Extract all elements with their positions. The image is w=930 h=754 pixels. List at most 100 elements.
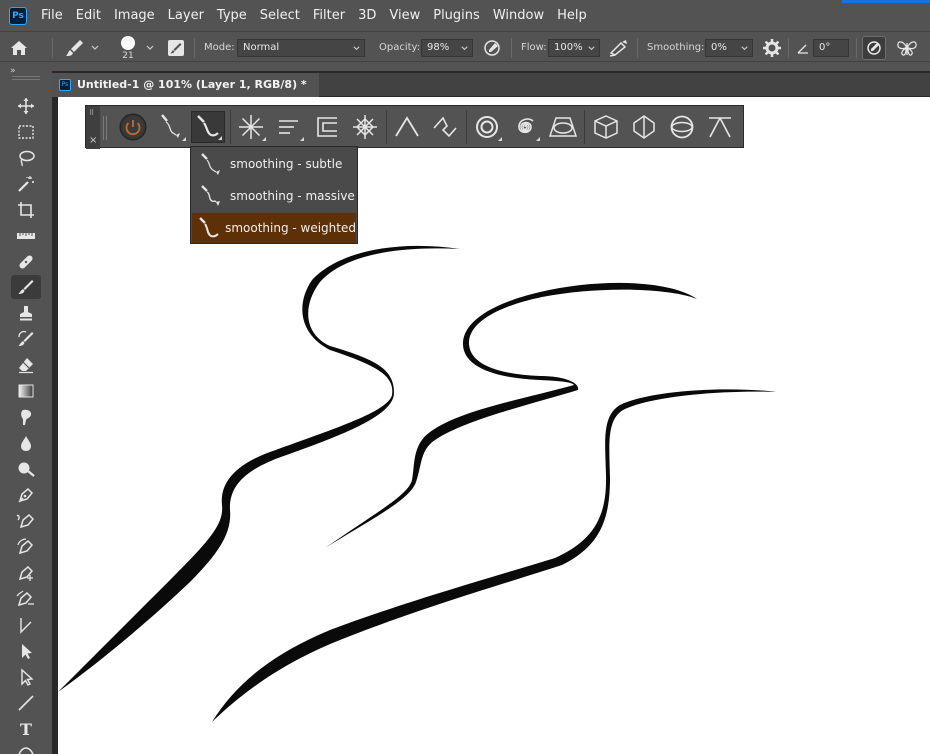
diamond-guide-button[interactable] [627,111,661,143]
menu-item-smoothing-massive[interactable]: smoothing - massive [192,181,356,211]
convert-point-tool[interactable] [11,613,41,637]
healing-brush-tool[interactable] [11,250,41,274]
ruler-tool[interactable] [11,224,41,248]
three-point-perspective-button[interactable] [703,111,737,143]
angle-input[interactable]: 0° [813,38,849,57]
pressure-opacity-button[interactable] [481,32,503,63]
crop-tool[interactable] [11,198,41,222]
tool-preset-picker[interactable] [63,32,100,63]
cube-guide-button[interactable] [589,111,623,143]
opacity-input[interactable]: 98% [421,38,473,57]
square-spiral-button[interactable] [310,111,344,143]
flow-input[interactable]: 100% [548,38,600,57]
menu-type[interactable]: Type [217,8,247,23]
delete-anchor-tool[interactable] [11,587,41,611]
pressure-size-button[interactable] [862,35,886,60]
smoothing-label: Smoothing: [647,42,705,53]
menu-window[interactable]: Window [493,8,544,23]
menu-edit[interactable]: Edit [76,8,101,23]
lasso-icon [19,150,35,167]
marquee-tool[interactable] [11,120,41,144]
move-tool[interactable] [11,94,41,118]
sphere-guide-button[interactable] [665,111,699,143]
path-type-tool[interactable] [11,742,41,754]
toolbar-grip[interactable] [12,76,40,80]
radial-symmetry-button[interactable] [234,111,268,143]
close-icon[interactable]: × [89,135,97,146]
menu-3d[interactable]: 3D [358,8,376,23]
divider [386,110,387,144]
menu-file[interactable]: File [41,8,63,23]
divider [230,110,231,144]
sphere-icon [670,115,694,139]
smudge-tool[interactable] [11,405,41,429]
submenu-indicator [536,137,540,141]
lasso-tool[interactable] [11,146,41,170]
panel-grip[interactable]: ⠿ × [86,106,100,149]
magic-wand-tool[interactable] [11,172,41,196]
smoothing-presets-button[interactable] [191,111,225,143]
pen-tool[interactable] [11,483,41,507]
ellipse-guide-button[interactable] [470,111,504,143]
add-anchor-tool[interactable] [11,561,41,585]
mirror-grid-button[interactable] [348,111,382,143]
home-button[interactable] [8,32,30,63]
line-tool[interactable] [11,691,41,715]
divider [584,110,585,144]
brush-settings-button[interactable] [166,32,186,63]
type-tool[interactable]: T [11,717,41,741]
menu-help[interactable]: Help [557,8,587,23]
brush-stroke [58,245,460,692]
power-button[interactable] [116,111,150,143]
perspective-ellipse-icon [548,117,578,137]
smoothing-input[interactable]: 0% [705,38,753,57]
finger-icon [21,409,32,425]
brush-tool[interactable] [11,275,41,299]
menu-layer[interactable]: Layer [168,8,204,23]
menu-item-smoothing-subtle[interactable]: smoothing - subtle [192,149,356,179]
menu-plugins[interactable]: Plugins [433,8,480,23]
menu-image[interactable]: Image [114,8,155,23]
freeform-pen-tool[interactable] [11,509,41,533]
history-brush-tool[interactable] [11,327,41,351]
history-brush-icon [18,330,34,346]
chevron-down-icon [740,44,749,53]
document-file-icon: Ps [59,78,71,91]
zigzag-button[interactable] [428,111,462,143]
perspective-lines-icon [709,117,731,138]
curvature-pen-tool[interactable] [11,535,41,559]
canvas[interactable] [58,97,930,754]
direct-selection-tool[interactable] [11,665,41,689]
ring-icon [476,116,498,138]
airbrush-button[interactable] [607,32,631,63]
spiral-guide-button[interactable] [508,111,542,143]
document-tab[interactable]: Ps Untitled-1 @ 101% (Layer 1, RGB/8) * [52,72,319,97]
symmetry-button[interactable] [895,32,919,63]
smoothing-presets-menu: smoothing - subtle smoothing - massive s… [190,146,358,244]
brush-stroke [212,389,776,722]
collapse-toolbar-icon[interactable]: » [10,66,16,76]
eraser-tool[interactable] [11,353,41,377]
perspective-button[interactable] [390,111,424,143]
menu-filter[interactable]: Filter [313,8,345,23]
perspective-ellipse-button[interactable] [546,111,580,143]
gradient-tool[interactable] [11,379,41,403]
menu-item-smoothing-weighted[interactable]: smoothing - weighted [192,213,356,243]
path-selection-tool[interactable] [11,639,41,663]
blur-tool[interactable] [11,431,41,455]
parallel-lines-button[interactable] [272,111,306,143]
menu-view[interactable]: View [389,8,420,23]
clone-stamp-tool[interactable] [11,301,41,325]
dodge-tool[interactable] [11,457,41,481]
brush-size-dropdown[interactable] [145,32,155,63]
menu-select[interactable]: Select [260,8,300,23]
zigzag-icon [433,116,457,138]
panel-drag-handle[interactable] [103,116,107,140]
dodge-icon [18,462,35,477]
smoothing-brush-tool[interactable] [154,111,188,143]
butterfly-icon [897,40,917,56]
pen-wire-icon [161,114,180,138]
brush-size-picker[interactable]: 21 [118,32,138,63]
mode-select[interactable]: Normal [237,38,365,57]
smoothing-options-button[interactable] [761,32,783,63]
